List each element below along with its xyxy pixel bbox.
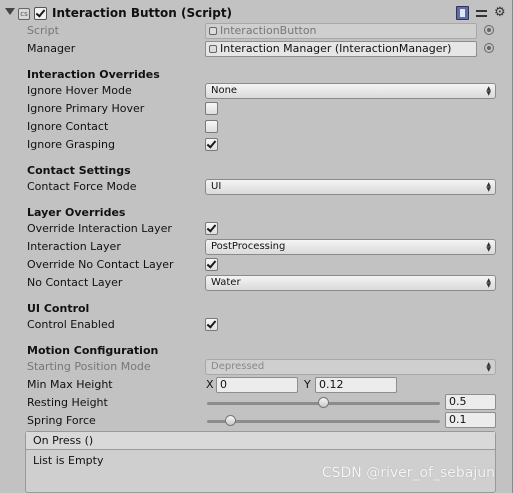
interaction-layer-row: Interaction Layer PostProcessing ▲ ▼ [0,238,513,256]
contact-force-mode-row: Contact Force Mode UI ▲ ▼ [0,178,513,196]
help-book-icon[interactable] [456,6,469,20]
override-interaction-layer-label: Override Interaction Layer [27,222,172,235]
checkmark-icon [206,258,217,269]
watermark-text: CSDN @river_of_sebajun [321,465,495,481]
no-contact-layer-label: No Contact Layer [27,276,123,289]
ignore-hover-mode-dropdown[interactable]: None ▲ ▼ [205,83,496,99]
override-interaction-layer-row: Override Interaction Layer [0,220,513,238]
spring-force-input[interactable]: 0.1 [445,412,496,428]
ignore-primary-hover-checkbox[interactable] [205,102,218,115]
ignore-hover-mode-row: Ignore Hover Mode None ▲ ▼ [0,82,513,100]
ignore-hover-mode-value: None [211,85,238,96]
control-enabled-row: Control Enabled [0,316,513,334]
starting-position-mode-value: Depressed [211,361,265,372]
script-asset-icon [209,27,217,35]
no-contact-layer-dropdown[interactable]: Water ▲ ▼ [205,275,496,291]
resting-height-row: Resting Height 0.5 [0,394,513,412]
ignore-hover-mode-label: Ignore Hover Mode [27,84,132,97]
manager-field[interactable]: Interaction Manager (InteractionManager) [205,41,477,57]
starting-position-mode-label: Starting Position Mode [27,360,151,373]
on-press-event-list: On Press () List is Empty [25,431,496,493]
section-contact-settings: Contact Settings [27,164,131,177]
ignore-grasping-row: Ignore Grasping [0,136,513,154]
on-press-event-header: On Press () [26,432,495,450]
component-title: Interaction Button (Script) [52,6,233,20]
starting-position-mode-row: Starting Position Mode Depressed ▲ ▼ [0,358,513,376]
override-no-contact-layer-row: Override No Contact Layer [0,256,513,274]
component-enabled-checkbox[interactable] [34,7,47,20]
script-label: Script [27,24,59,37]
ignore-primary-hover-label: Ignore Primary Hover [27,102,145,115]
dropdown-arrows-icon: ▲ ▼ [486,277,491,289]
manager-object-icon [209,45,217,53]
contact-force-mode-value: UI [211,181,222,192]
min-max-y-input[interactable]: 0.12 [315,377,397,393]
script-value: InteractionButton [220,24,317,37]
no-contact-layer-value: Water [211,277,241,288]
ignore-contact-label: Ignore Contact [27,120,109,133]
script-picker-icon [484,25,494,35]
manager-label: Manager [27,42,76,55]
section-motion-configuration: Motion Configuration [27,344,159,357]
dropdown-arrows-icon: ▲ ▼ [486,85,491,97]
ignore-primary-hover-row: Ignore Primary Hover [0,100,513,118]
ignore-grasping-checkbox[interactable] [205,138,218,151]
ignore-grasping-label: Ignore Grasping [27,138,115,151]
script-field: InteractionButton [205,23,477,39]
spring-force-row: Spring Force 0.1 [0,412,513,430]
ignore-contact-row: Ignore Contact [0,118,513,136]
section-interaction-overrides: Interaction Overrides [27,68,160,81]
header-icons: ⚙ [456,6,507,20]
min-max-x-input[interactable]: 0 [216,377,298,393]
ignore-contact-checkbox[interactable] [205,120,218,133]
spring-force-label: Spring Force [27,414,96,427]
control-enabled-label: Control Enabled [27,318,115,331]
manager-picker-icon[interactable] [484,43,494,53]
dropdown-arrows-icon: ▲ ▼ [486,241,491,253]
checkmark-icon [206,222,217,233]
override-no-contact-layer-checkbox[interactable] [205,258,218,271]
resting-height-label: Resting Height [27,396,108,409]
min-max-height-row: Min Max Height X 0 Y 0.12 [0,376,513,394]
contact-force-mode-dropdown[interactable]: UI ▲ ▼ [205,179,496,195]
preset-sliders-icon[interactable] [475,6,488,20]
override-no-contact-layer-label: Override No Contact Layer [27,258,174,271]
foldout-arrow-icon[interactable] [5,8,15,15]
resting-height-input[interactable]: 0.5 [445,394,496,410]
manager-value: Interaction Manager (InteractionManager) [220,42,452,55]
interaction-layer-label: Interaction Layer [27,240,121,253]
interaction-layer-value: PostProcessing [211,241,286,252]
script-icon: cs [18,8,30,20]
section-ui-control: UI Control [27,302,90,315]
min-max-height-label: Min Max Height [27,378,113,391]
checkmark-icon [206,318,217,329]
contact-force-mode-label: Contact Force Mode [27,180,137,193]
dropdown-arrows-icon: ▲ ▼ [486,181,491,193]
checkmark-icon [206,138,217,149]
min-max-y-label: Y [304,378,311,391]
gear-icon[interactable]: ⚙ [494,6,507,20]
resting-height-slider-thumb[interactable] [318,397,329,408]
interaction-layer-dropdown[interactable]: PostProcessing ▲ ▼ [205,239,496,255]
override-interaction-layer-checkbox[interactable] [205,222,218,235]
starting-position-mode-dropdown: Depressed ▲ ▼ [205,359,496,375]
script-row: Script InteractionButton [0,22,513,40]
section-layer-overrides: Layer Overrides [27,206,126,219]
no-contact-layer-row: No Contact Layer Water ▲ ▼ [0,274,513,292]
dropdown-arrows-icon: ▲ ▼ [486,361,491,373]
spring-force-slider-thumb[interactable] [224,415,236,426]
checkmark-icon [35,7,46,18]
inspector-panel: cs Interaction Button (Script) ⚙ Script … [0,0,513,493]
control-enabled-checkbox[interactable] [205,318,218,331]
manager-row: Manager Interaction Manager (Interaction… [0,40,513,58]
min-max-x-label: X [206,378,214,391]
spring-force-slider-track[interactable] [207,420,440,423]
